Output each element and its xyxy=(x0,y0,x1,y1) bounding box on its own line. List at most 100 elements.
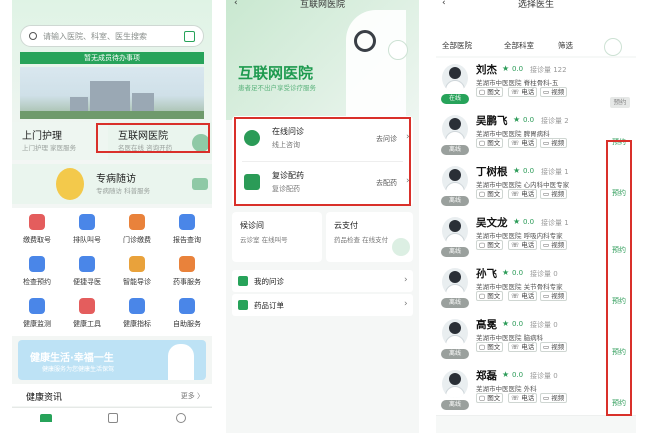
service-label: 健康工具 xyxy=(73,320,101,328)
phone-button[interactable]: ☏ 电话 xyxy=(508,87,538,97)
service-receipt[interactable]: 缴费取号 xyxy=(12,208,62,250)
home-tab-icon[interactable] xyxy=(40,414,52,422)
banner-sub: 健康服务为您健康生活保驾 xyxy=(42,366,115,373)
chat-button[interactable]: ▢ 图文 xyxy=(476,342,504,352)
doctor-score: 0.0 xyxy=(512,269,524,277)
service-report[interactable]: 报告查询 xyxy=(162,208,212,250)
phone-label: 电话 xyxy=(521,292,535,300)
video-button[interactable]: ▭ 视频 xyxy=(540,189,568,199)
service-toolbox[interactable]: 健康工具 xyxy=(62,292,112,334)
star-icon: ★ xyxy=(502,268,510,277)
cloud-pay-card[interactable]: 云支付 药品检查 在线支付 xyxy=(326,212,413,262)
chat-icon: ▢ xyxy=(479,343,486,351)
notice-bar[interactable]: 暂无成员待办事项 xyxy=(20,52,204,64)
search-input[interactable]: 请输入医院、科室、医生搜索 xyxy=(20,25,204,47)
clinic-tab-icon[interactable] xyxy=(108,413,118,423)
service-grid: 缴费取号 排队叫号 门诊缴费 报告查询检查预约 便捷寻医 智能导诊 药事服务健康监测 健康工具… xyxy=(12,208,212,336)
phone-button[interactable]: ☏ 电话 xyxy=(508,342,538,352)
doctor-list-header: ‹ 选择医生 全部医院 全部科室 筛选 xyxy=(436,0,636,56)
chat-icon: ▢ xyxy=(479,139,486,147)
service-payment[interactable]: 门诊缴费 xyxy=(112,208,162,250)
receipt-icon xyxy=(29,214,45,230)
chat-button[interactable]: ▢ 图文 xyxy=(476,189,504,199)
chat-button[interactable]: ▢ 图文 xyxy=(476,240,504,250)
service-guide[interactable]: 智能导诊 xyxy=(112,250,162,292)
order-icon xyxy=(238,300,248,310)
phone-button[interactable]: ☏ 电话 xyxy=(508,291,538,301)
chat-button[interactable]: ▢ 图文 xyxy=(476,393,504,403)
toolbox-icon xyxy=(79,298,95,314)
grid-menu-icon[interactable] xyxy=(604,38,622,56)
doctor-card[interactable]: 在线 刘杰 ★ 0.0 接诊量 122 芜湖市中医医院 脊柱骨科-五 ▢ 图文 … xyxy=(436,58,636,110)
my-consult-label: 我的问诊 xyxy=(254,277,284,286)
phone-button[interactable]: ☏ 电话 xyxy=(508,393,538,403)
service-label: 缴费取号 xyxy=(23,236,51,244)
my-consult-row[interactable]: 我的问诊 › xyxy=(232,270,413,292)
phone-label: 电话 xyxy=(521,88,535,96)
home-care-card[interactable]: 上门护理 上门护理 家医服务 xyxy=(12,122,108,160)
video-icon: ▭ xyxy=(543,241,550,249)
consult-record-icon xyxy=(238,276,248,286)
doctor-icon xyxy=(79,256,95,272)
phone-button[interactable]: ☏ 电话 xyxy=(508,189,538,199)
service-pharmacy[interactable]: 药事服务 xyxy=(162,250,212,292)
chat-button[interactable]: ▢ 图文 xyxy=(476,291,504,301)
chat-icon: ▢ xyxy=(479,190,486,198)
video-label: 视频 xyxy=(551,292,565,300)
doctor-name: 刘杰 xyxy=(476,64,497,76)
drug-order-row[interactable]: 药品订单 › xyxy=(232,294,413,316)
chronic-mascot-icon xyxy=(56,168,84,200)
service-calendar[interactable]: 检查预约 xyxy=(12,250,62,292)
waiting-room-card[interactable]: 候诊间 云诊室 在线叫号 xyxy=(232,212,322,262)
guide-icon xyxy=(129,256,145,272)
health-banner[interactable]: 健康生活·幸福一生 健康服务为您健康生活保驾 xyxy=(18,340,206,380)
profile-tab-icon[interactable] xyxy=(176,413,186,423)
service-chart[interactable]: 健康指标 xyxy=(112,292,162,334)
video-button[interactable]: ▭ 视频 xyxy=(540,138,568,148)
phone-icon: ☏ xyxy=(511,88,520,96)
video-button[interactable]: ▭ 视频 xyxy=(540,240,568,250)
service-queue[interactable]: 排队叫号 xyxy=(62,208,112,250)
phone-button[interactable]: ☏ 电话 xyxy=(508,138,538,148)
doctor-name: 吴鹏飞 xyxy=(476,115,508,127)
banner-title: 健康生活·幸福一生 xyxy=(30,353,114,364)
phone-button[interactable]: ☏ 电话 xyxy=(508,240,538,250)
chat-label: 图文 xyxy=(487,292,501,300)
filter-hospital[interactable]: 全部医院 xyxy=(442,40,472,51)
video-button[interactable]: ▭ 视频 xyxy=(540,393,568,403)
back-icon[interactable]: ‹ xyxy=(234,0,238,8)
cloud-pay-sub: 药品检查 在线支付 xyxy=(334,236,389,244)
phone-icon: ☏ xyxy=(511,139,520,147)
doctor-name: 高冕 xyxy=(476,319,497,331)
news-more[interactable]: 更多 〉 xyxy=(181,391,204,401)
star-icon: ★ xyxy=(502,319,510,328)
doctor-score: 0.0 xyxy=(523,116,535,124)
status-badge: 离线 xyxy=(441,349,469,359)
doctor-avatar xyxy=(442,166,468,194)
video-button[interactable]: ▭ 视频 xyxy=(540,342,568,352)
service-self-service[interactable]: 自助服务 xyxy=(162,292,212,334)
service-heart[interactable]: 健康监测 xyxy=(12,292,62,334)
doctor-dept: 芜湖市中医医院 脑病科 xyxy=(476,334,544,342)
news-header[interactable]: 健康资讯 更多 〉 xyxy=(12,384,212,406)
doctor-name: 孙飞 xyxy=(476,268,497,280)
status-badge: 在线 xyxy=(441,94,469,104)
service-label: 门诊缴费 xyxy=(123,236,151,244)
news-title: 健康资讯 xyxy=(26,393,63,403)
pharmacy-icon xyxy=(179,256,195,272)
chat-button[interactable]: ▢ 图文 xyxy=(476,87,504,97)
chat-label: 图文 xyxy=(487,88,501,96)
grid-menu-icon[interactable] xyxy=(388,40,408,60)
book-button[interactable]: 预约 xyxy=(610,97,630,108)
chronic-followup-card[interactable]: 专病随访 专病随访 科普服务 xyxy=(12,164,212,204)
chat-button[interactable]: ▢ 图文 xyxy=(476,138,504,148)
video-label: 视频 xyxy=(551,241,565,249)
video-icon: ▭ xyxy=(543,190,550,198)
video-button[interactable]: ▭ 视频 xyxy=(540,87,568,97)
doctor-illustration xyxy=(168,344,194,380)
video-button[interactable]: ▭ 视频 xyxy=(540,291,568,301)
filter-dept[interactable]: 全部科室 xyxy=(504,40,534,51)
scan-icon[interactable] xyxy=(184,31,195,42)
service-doctor[interactable]: 便捷寻医 xyxy=(62,250,112,292)
filter-more[interactable]: 筛选 xyxy=(558,40,573,51)
